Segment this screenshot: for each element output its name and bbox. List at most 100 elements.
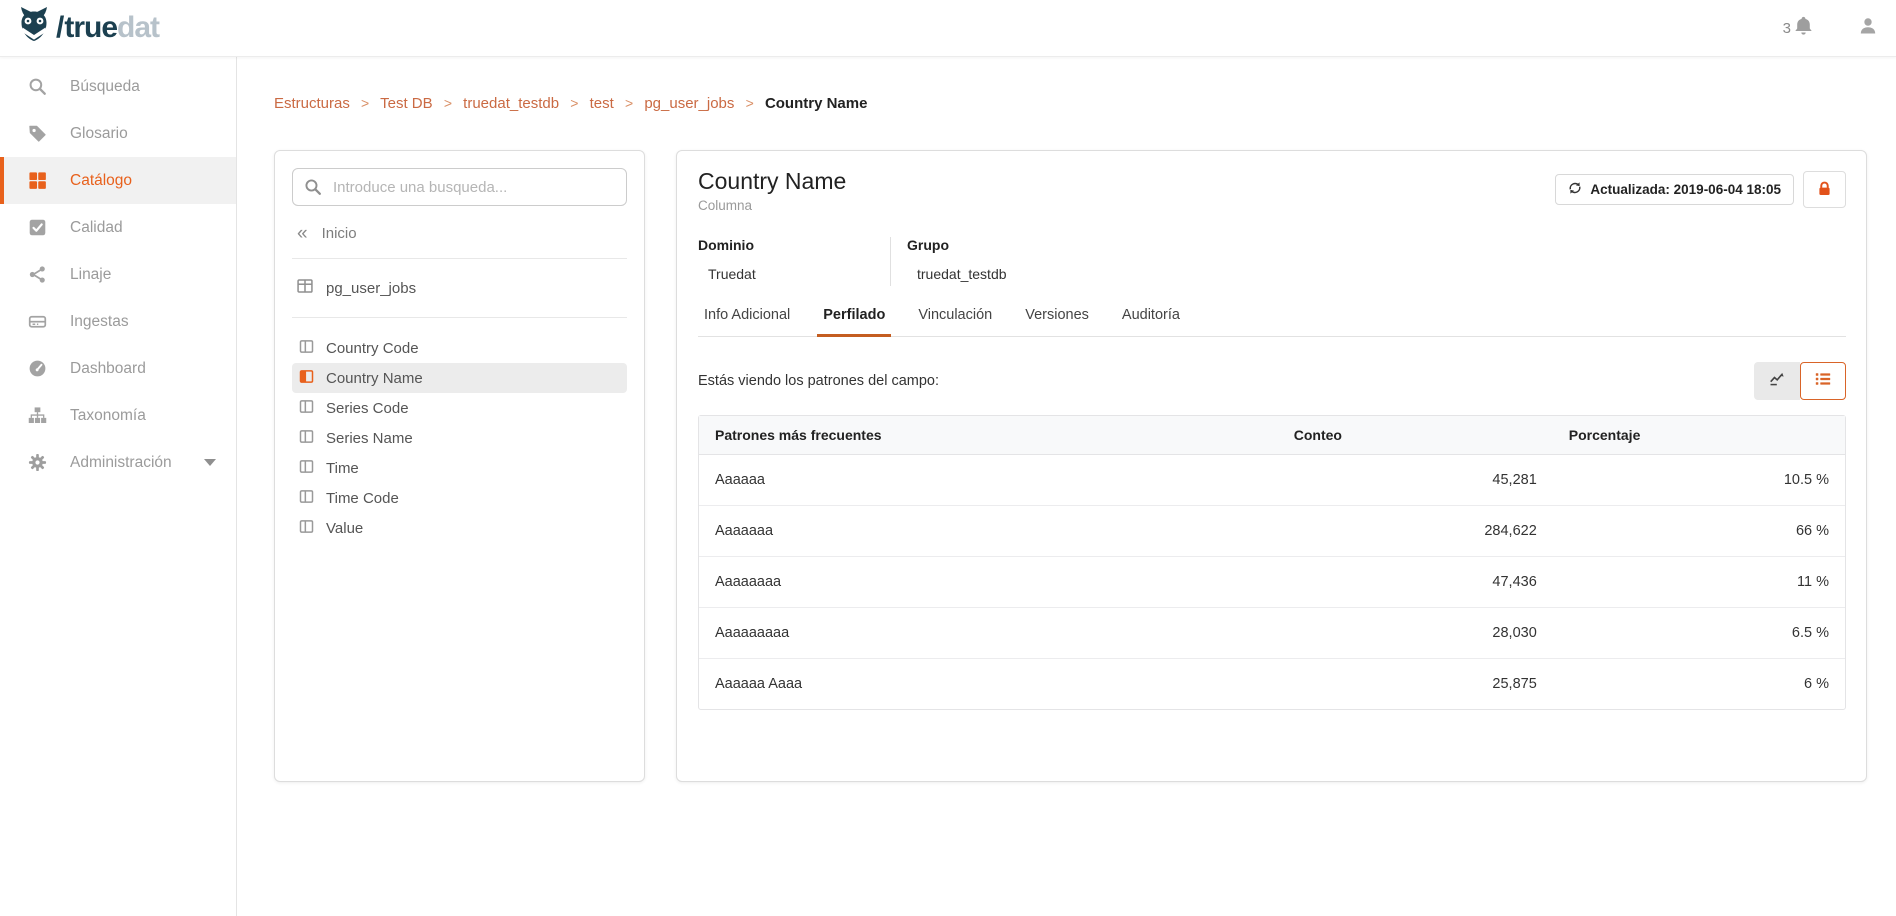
tree-back-home[interactable]: « Inicio xyxy=(292,224,627,243)
sidebar-item-taxonomia[interactable]: Taxonomía xyxy=(0,392,236,439)
table-row: Aaaaaaaaa 28,030 6.5 % xyxy=(699,607,1845,658)
view-toggle xyxy=(1754,362,1846,400)
truedat-logo[interactable]: /truedat xyxy=(14,6,159,51)
table-icon xyxy=(297,278,313,298)
column-item-country-code[interactable]: Country Code xyxy=(292,333,627,363)
tree-search xyxy=(292,168,627,206)
header-actions: Actualizada: 2019-06-04 18:05 xyxy=(1555,171,1846,208)
column-icon xyxy=(299,489,314,508)
header-count: Conteo xyxy=(1278,416,1553,455)
column-icon xyxy=(299,339,314,358)
sidebar-item-dashboard[interactable]: Dashboard xyxy=(0,345,236,392)
owl-logo-icon xyxy=(14,6,54,51)
pattern-cell: Aaaaaaa xyxy=(699,505,1278,556)
tab-versiones[interactable]: Versiones xyxy=(1019,307,1095,337)
gauge-icon xyxy=(27,359,47,378)
column-item-series-code[interactable]: Series Code xyxy=(292,393,627,423)
lock-button[interactable] xyxy=(1803,171,1846,208)
column-item-series-name[interactable]: Series Name xyxy=(292,423,627,453)
notifications-button[interactable]: 3 xyxy=(1783,15,1814,41)
sitemap-icon xyxy=(27,406,47,425)
tab-perfilado[interactable]: Perfilado xyxy=(817,307,891,337)
breadcrumb-link-truedat-testdb[interactable]: truedat_testdb xyxy=(463,95,559,112)
breadcrumb-separator: > xyxy=(746,95,754,111)
sidebar-item-label: Administración xyxy=(70,454,172,472)
column-icon xyxy=(299,399,314,418)
tag-icon xyxy=(27,124,47,143)
patterns-caption-row: Estás viendo los patrones del campo: xyxy=(698,362,1846,400)
sidebar-item-label: Ingestas xyxy=(70,313,129,331)
sidebar-item-label: Taxonomía xyxy=(70,407,146,425)
column-list: Country Code Country Name Series Code Se… xyxy=(292,333,627,543)
column-icon xyxy=(299,459,314,478)
pattern-cell: Aaaaaaaaa xyxy=(699,607,1278,658)
percentage-cell: 11 % xyxy=(1553,556,1845,607)
sidebar-item-label: Calidad xyxy=(70,219,123,237)
patterns-table: Patrones más frecuentes Conteo Porcentaj… xyxy=(698,415,1846,710)
sidebar-item-administracion[interactable]: Administración xyxy=(0,439,236,486)
percentage-cell: 6.5 % xyxy=(1553,607,1845,658)
divider xyxy=(292,317,627,318)
column-item-value[interactable]: Value xyxy=(292,513,627,543)
detail-tabs: Info Adicional Perfilado Vinculación Ver… xyxy=(698,307,1846,337)
patterns-caption: Estás viendo los patrones del campo: xyxy=(698,373,939,389)
structure-detail-panel: Country Name Columna Actualizada: 2019-0… xyxy=(676,150,1867,782)
group-label: Grupo xyxy=(907,237,1007,253)
column-label: Value xyxy=(326,520,363,537)
tree-back-label: Inicio xyxy=(322,225,357,242)
pattern-cell: Aaaaaa xyxy=(699,455,1278,505)
tab-vinculacion[interactable]: Vinculación xyxy=(912,307,998,337)
breadcrumb-separator: > xyxy=(361,95,369,111)
logo-word-true: true xyxy=(64,11,117,44)
table-row: Aaaaaaaa 47,436 11 % xyxy=(699,556,1845,607)
breadcrumb-link-pg-user-jobs[interactable]: pg_user_jobs xyxy=(644,95,734,112)
sidebar: Búsqueda Glosario Catálogo Calidad Linaj… xyxy=(0,57,237,916)
tree-table-name: pg_user_jobs xyxy=(326,280,416,297)
structure-type: Columna xyxy=(698,198,846,213)
breadcrumb-link-testdb[interactable]: Test DB xyxy=(380,95,433,112)
count-cell: 45,281 xyxy=(1278,455,1553,505)
tab-info-adicional[interactable]: Info Adicional xyxy=(698,307,796,337)
column-item-time[interactable]: Time xyxy=(292,453,627,483)
domain-label: Dominio xyxy=(698,237,890,253)
sidebar-item-glosario[interactable]: Glosario xyxy=(0,110,236,157)
search-input[interactable] xyxy=(292,168,627,206)
double-chevron-left-icon: « xyxy=(297,224,308,243)
page-title: Country Name xyxy=(698,168,846,194)
tree-table-pg-user-jobs[interactable]: pg_user_jobs xyxy=(292,274,627,302)
gear-icon xyxy=(27,453,47,472)
table-header-row: Patrones más frecuentes Conteo Porcentaj… xyxy=(699,416,1845,455)
tab-auditoria[interactable]: Auditoría xyxy=(1116,307,1186,337)
sidebar-item-ingestas[interactable]: Ingestas xyxy=(0,298,236,345)
sidebar-item-linaje[interactable]: Linaje xyxy=(0,251,236,298)
list-icon xyxy=(1814,370,1832,393)
column-item-country-name[interactable]: Country Name xyxy=(292,363,627,393)
app: /truedat 3 xyxy=(0,0,1896,916)
domain-value: Truedat xyxy=(708,266,890,282)
breadcrumb-separator: > xyxy=(444,95,452,111)
content: Estructuras > Test DB > truedat_testdb >… xyxy=(237,57,1896,916)
breadcrumb-separator: > xyxy=(570,95,578,111)
divider xyxy=(292,258,627,259)
header-patterns: Patrones más frecuentes xyxy=(699,416,1278,455)
breadcrumb-current: Country Name xyxy=(765,95,868,112)
breadcrumb-separator: > xyxy=(625,95,633,111)
breadcrumb-link-test[interactable]: test xyxy=(590,95,614,112)
sidebar-item-catalogo[interactable]: Catálogo xyxy=(0,157,236,204)
updated-button[interactable]: Actualizada: 2019-06-04 18:05 xyxy=(1555,174,1794,205)
breadcrumb-link-estructuras[interactable]: Estructuras xyxy=(274,95,350,112)
column-label: Country Code xyxy=(326,340,419,357)
count-cell: 25,875 xyxy=(1278,658,1553,709)
column-label: Time Code xyxy=(326,490,399,507)
topbar-actions: 3 xyxy=(1783,15,1878,41)
sidebar-item-busqueda[interactable]: Búsqueda xyxy=(0,63,236,110)
chart-view-button[interactable] xyxy=(1754,362,1800,400)
sidebar-item-calidad[interactable]: Calidad xyxy=(0,204,236,251)
list-view-button[interactable] xyxy=(1800,362,1846,400)
updated-label: Actualizada: 2019-06-04 18:05 xyxy=(1590,182,1781,197)
column-item-time-code[interactable]: Time Code xyxy=(292,483,627,513)
user-avatar-icon[interactable] xyxy=(1858,16,1878,41)
grid-icon xyxy=(27,171,47,190)
column-icon-selected xyxy=(299,369,314,388)
percentage-cell: 10.5 % xyxy=(1553,455,1845,505)
